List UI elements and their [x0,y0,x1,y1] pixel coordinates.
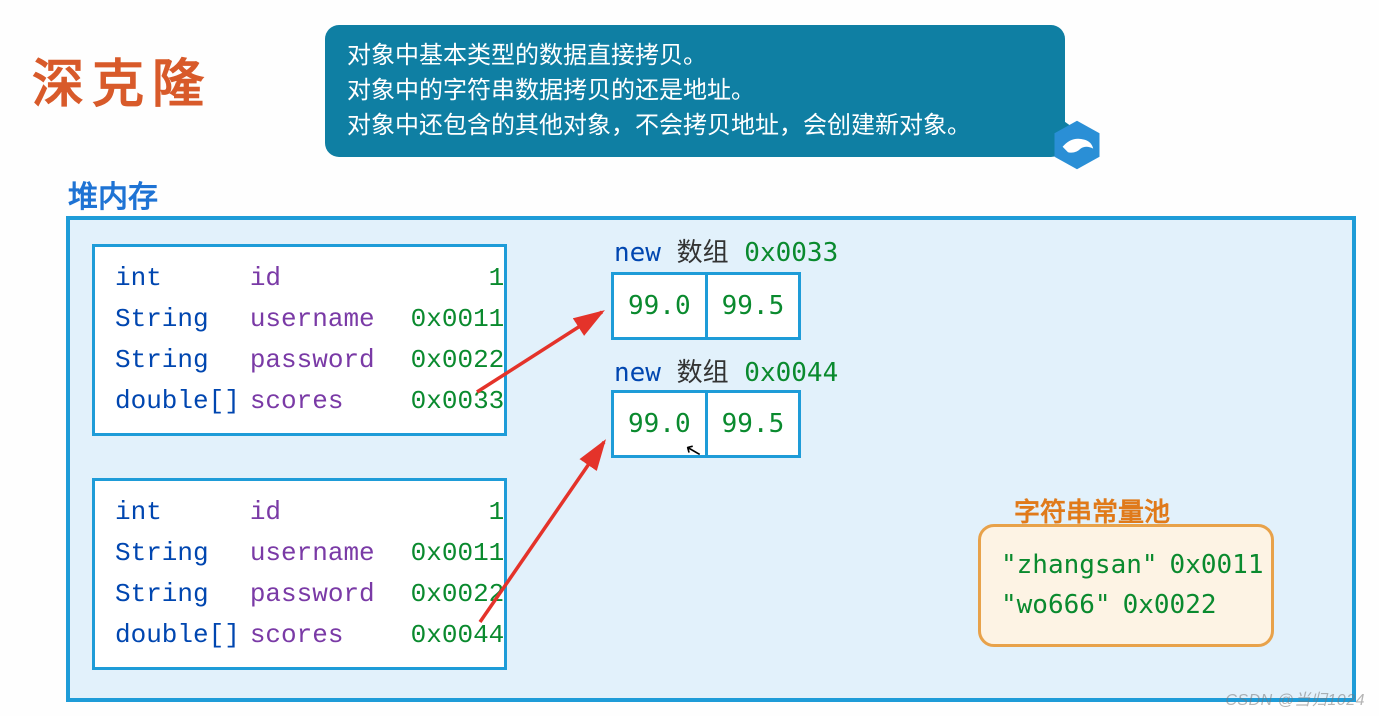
field-value: 0x0011 [381,300,509,339]
object-field-row: double[]scores0x0044 [111,616,508,655]
field-type: double[] [111,616,244,655]
field-value: 0x0044 [381,616,509,655]
field-type: double[] [111,382,244,421]
field-value: 0x0011 [381,534,509,573]
array-2-address: 0x0044 [744,358,838,388]
field-value: 0x0033 [381,382,509,421]
array-1-label: new 数组 0x0033 [614,232,838,269]
array-2-label: new 数组 0x0044 [614,352,838,389]
field-name: password [246,341,379,380]
heap-memory-label: 堆内存 [68,172,158,216]
field-type: int [111,259,244,298]
field-name: username [246,534,379,573]
array-1-address: 0x0033 [744,238,838,268]
diagram-title: 深克隆 [32,42,212,117]
object-1-table: int id1String username0x0011String passw… [109,257,510,423]
field-name: password [246,575,379,614]
field-value: 0x0022 [381,575,509,614]
object-field-row: int id1 [111,493,508,532]
array-1-box: 99.099.5 [611,272,801,340]
field-type: String [111,534,244,573]
field-type: String [111,300,244,339]
pool-address: 0x0011 [1170,550,1264,580]
object-box-1: int id1String username0x0011String passw… [92,244,507,436]
object-2-table: int id1String username0x0011String passw… [109,491,510,657]
object-field-row: String username0x0011 [111,534,508,573]
object-field-row: String password0x0022 [111,575,508,614]
callout-line-1: 对象中基本类型的数据直接拷贝。 [347,39,1043,74]
field-value: 1 [381,259,509,298]
object-field-row: String username0x0011 [111,300,508,339]
pool-string: "wo666" [1001,590,1111,620]
string-pool-box: "zhangsan"0x0011"wo666"0x0022 [978,524,1274,647]
field-type: String [111,575,244,614]
field-value: 1 [381,493,509,532]
callout-line-3: 对象中还包含的其他对象，不会拷贝地址，会创建新对象。 [347,109,1043,144]
field-name: username [246,300,379,339]
field-type: String [111,341,244,380]
array-2-box: 99.099.5 [611,390,801,458]
watermark-text: CSDN @当归1024 [1225,686,1365,710]
object-box-2: int id1String username0x0011String passw… [92,478,507,670]
array-word: 数组 [677,358,729,388]
pool-entry: "wo666" 0x0022 [1001,585,1251,625]
callout-line-2: 对象中的字符串数据拷贝的还是地址。 [347,74,1043,109]
pool-entry: "zhangsan"0x0011 [1001,545,1251,585]
pool-string: "zhangsan" [1001,550,1158,580]
field-name: scores [246,616,379,655]
field-name: scores [246,382,379,421]
field-name: id [246,259,379,298]
array-cell: 99.5 [708,275,799,337]
bird-icon [1050,118,1104,172]
new-keyword: new [614,238,661,268]
pool-address: 0x0022 [1123,590,1217,620]
explanation-callout: 对象中基本类型的数据直接拷贝。 对象中的字符串数据拷贝的还是地址。 对象中还包含… [325,25,1065,157]
field-type: int [111,493,244,532]
object-field-row: int id1 [111,259,508,298]
array-cell: 99.0 [614,275,708,337]
object-field-row: double[]scores0x0033 [111,382,508,421]
field-name: id [246,493,379,532]
new-keyword: new [614,358,661,388]
array-word: 数组 [677,238,729,268]
object-field-row: String password0x0022 [111,341,508,380]
array-cell: 99.5 [708,393,799,455]
field-value: 0x0022 [381,341,509,380]
